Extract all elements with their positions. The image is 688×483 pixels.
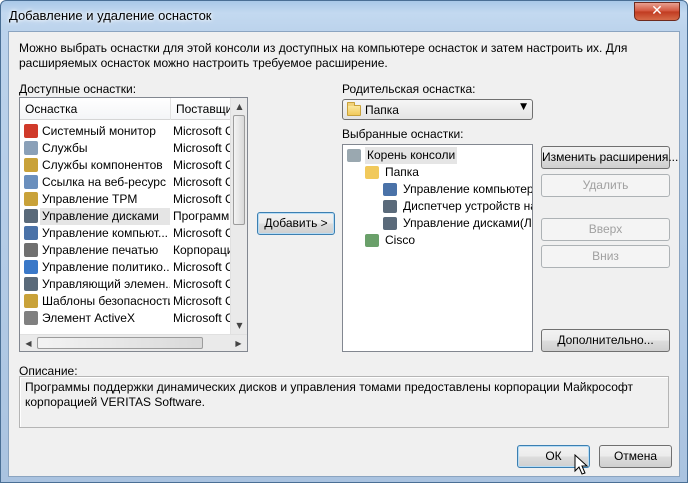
edit-extensions-button[interactable]: Изменить расширения... [541,146,678,169]
horizontal-scrollbar[interactable]: ◀ ▶ [20,334,247,351]
selected-snapins-tree[interactable]: Корень консолиПапка Управление компьютеро… [342,144,533,352]
wmi-control-icon [24,277,38,291]
console-root-folder-icon [347,149,361,162]
snapin-name: Элемент ActiveX [42,311,135,325]
snapin-vendor: Microsoft C [173,175,231,189]
activex-icon [24,311,38,325]
move-down-button[interactable]: Вниз [541,245,670,268]
horizontal-scroll-thumb[interactable] [37,337,203,349]
tree-node-label: Cisco [385,233,416,247]
computer-management-icon [383,183,397,196]
parent-snapin-dropdown[interactable]: Папка ▼ [342,99,533,120]
device-manager-icon [383,200,397,213]
tpm-chip-icon [24,192,38,206]
system-monitor-icon [24,124,38,138]
printer-icon [24,243,38,257]
folder-icon [365,166,379,179]
list-item[interactable]: Шаблоны безопасности Microsoft C [22,293,232,310]
column-header-snapin[interactable]: Оснастка [20,98,171,120]
intro-text: Можно выбрать оснастки для этой консоли … [19,41,628,70]
snapin-vendor: Microsoft C [173,311,231,325]
snapin-name: Системный монитор [42,124,156,138]
snapin-name: Службы компонентов [42,158,163,172]
window-title: Добавление и удаление оснасток [9,8,212,23]
available-snapins-label: Доступные оснастки: [19,82,137,96]
snapin-name: Шаблоны безопасности [42,294,170,308]
available-snapins-list[interactable]: Оснастка Поставщик Системный монитор Micr… [19,97,248,352]
chevron-down-icon: ▼ [520,102,527,112]
snapin-vendor: Программн [173,209,231,223]
disk-management-icon [24,209,38,223]
list-item[interactable]: Управление TPM Microsoft C [22,191,232,208]
snapin-vendor: Microsoft C [173,226,231,240]
advanced-button[interactable]: Дополнительно... [541,329,670,352]
list-item[interactable]: Системный монитор Microsoft C [22,123,232,140]
selected-snapins-label: Выбранные оснастки: [342,127,464,141]
disk-management-icon [383,217,397,230]
snapin-name: Управление политико... [42,260,170,274]
list-item[interactable]: Службы компонентов Microsoft C [22,157,232,174]
title-bar[interactable]: Добавление и удаление оснасток ✕ [1,1,687,33]
snapin-name: Ссылка на веб-ресурс [42,175,166,189]
snapin-name: Управление TPM [42,192,138,206]
web-link-icon [24,175,38,189]
list-item[interactable]: Управляющий элемен... Microsoft C [22,276,232,293]
tree-node-label: Папка [385,165,419,179]
add-button[interactable]: Добавить > [257,212,335,235]
snapin-vendor: Microsoft C [173,294,231,308]
list-item[interactable]: Управление компьют... Microsoft C [22,225,232,242]
scroll-down-arrow-icon[interactable]: ▼ [231,317,247,334]
mouse-cursor-icon [574,454,589,475]
snapin-vendor: Microsoft C [173,277,231,291]
list-item[interactable]: Ссылка на веб-ресурс Microsoft C [22,174,232,191]
parent-snapin-label: Родительская оснастка: [342,82,476,96]
security-templates-icon [24,294,38,308]
dialog-body: Можно выбрать оснастки для этой консоли … [8,31,680,477]
tree-node-label: Диспетчер устройств на л [403,199,533,213]
snapin-name: Управление дисками [40,208,170,225]
policy-icon [24,260,38,274]
folder-icon [347,102,361,116]
vertical-scrollbar[interactable]: ▲ ▼ [230,98,247,334]
description-text: Программы поддержки динамических дисков … [19,376,669,428]
list-item[interactable]: Службы Microsoft C [22,140,232,157]
list-item[interactable]: Управление дисками Программн [22,208,232,225]
scroll-right-arrow-icon[interactable]: ▶ [230,335,247,351]
snapin-name: Управляющий элемен... [42,277,170,291]
parent-snapin-value: Папка [365,103,399,117]
tree-node-label: Управление дисками(Лока [403,216,532,230]
list-item[interactable]: Элемент ActiveX Microsoft C [22,310,232,327]
list-header: Оснастка Поставщик [20,98,232,120]
snapin-name: Службы [42,141,88,155]
scroll-up-arrow-icon[interactable]: ▲ [231,98,247,115]
services-gear-icon [24,141,38,155]
add-remove-snapins-dialog: Добавление и удаление оснасток ✕ Можно в… [0,0,688,483]
move-up-button[interactable]: Вверх [541,218,670,241]
tree-node-label: Управление компьютером [403,182,533,196]
snapin-vendor: Microsoft C [173,260,231,274]
snapin-vendor: Microsoft C [173,192,231,206]
snapin-name: Управление компьют... [42,226,169,240]
cancel-button[interactable]: Отмена [599,445,672,468]
computer-management-icon [24,226,38,240]
vertical-scroll-thumb[interactable] [233,115,245,225]
component-services-icon [24,158,38,172]
snapin-vendor: Microsoft C [173,141,231,155]
snapin-vendor: Microsoft C [173,124,231,138]
list-item[interactable]: Управление политико... Microsoft C [22,259,232,276]
cisco-snapin-icon [365,234,379,247]
snapin-vendor: Корпорация [173,243,231,257]
column-header-vendor[interactable]: Поставщик [171,98,232,120]
remove-button[interactable]: Удалить [541,174,670,197]
scroll-left-arrow-icon[interactable]: ◀ [20,335,37,351]
close-button[interactable]: ✕ [634,2,680,21]
snapin-vendor: Microsoft C [173,158,231,172]
tree-node-label: Корень консоли [365,147,458,164]
list-item[interactable]: Управление печатью Корпорация [22,242,232,259]
snapin-name: Управление печатью [42,243,159,257]
